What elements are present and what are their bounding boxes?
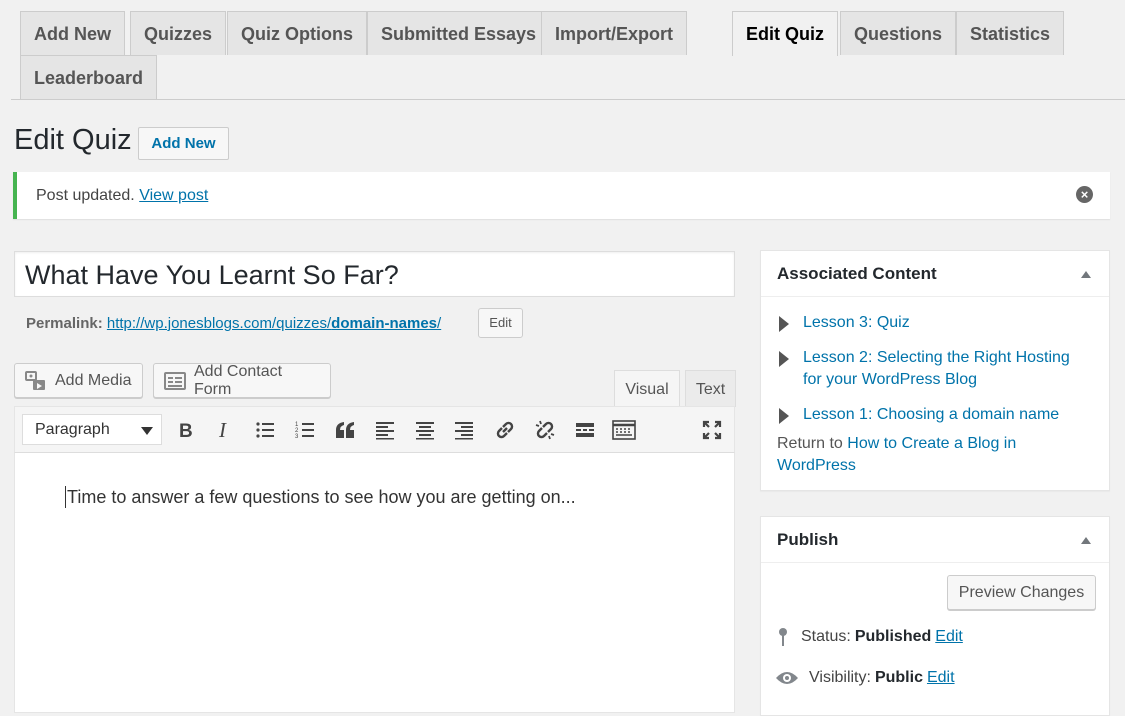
course-link-line1: How to Create a Blog in (847, 435, 1017, 452)
tab-submitted-essays[interactable]: Submitted Essays (367, 11, 551, 55)
publish-title: Publish (777, 530, 839, 549)
status-row: Status: Published Edit (775, 627, 963, 647)
permalink-trailing: / (437, 315, 442, 332)
add-contact-form-label: Add Contact Form (194, 362, 283, 398)
play-arrow-icon (779, 351, 789, 367)
tab-quiz-options[interactable]: Quiz Options (227, 11, 367, 55)
collapse-toggle-icon[interactable] (1081, 537, 1091, 544)
permalink-link[interactable]: http://wp.jonesblogs.com/quizzes/domain-… (107, 315, 441, 332)
tab-leaderboard[interactable]: Leaderboard (20, 55, 158, 99)
svg-text:I: I (218, 420, 227, 440)
preview-changes-button[interactable]: Preview Changes (947, 575, 1096, 610)
permalink-base: http://wp.jonesblogs.com/quizzes/ (106, 315, 332, 332)
status-value: Published (854, 628, 932, 645)
align-left-icon[interactable] (370, 415, 400, 445)
insert-link-icon[interactable] (490, 415, 520, 445)
editor-content[interactable]: Time to answer a few questions to see ho… (65, 486, 576, 508)
collapse-toggle-icon[interactable] (1081, 271, 1091, 278)
return-to-course: Return to How to Create a Blog in WordPre… (777, 433, 1077, 477)
align-right-icon[interactable] (449, 415, 479, 445)
visibility-row: Visibility: Public Edit (775, 669, 955, 687)
add-media-label: Add Media (55, 371, 132, 389)
editor-toolbar: Paragraph B I 123 (14, 406, 735, 453)
tab-questions[interactable]: Questions (840, 11, 957, 55)
associated-content-box: Associated Content Lesson 3: Quiz Lesson… (760, 250, 1110, 491)
course-link-line2: WordPress (777, 457, 856, 474)
italic-icon[interactable]: I (209, 415, 239, 445)
numbered-list-icon[interactable]: 123 (290, 415, 320, 445)
add-media-button[interactable]: Add Media (14, 363, 143, 398)
remove-link-icon[interactable] (530, 415, 560, 445)
read-more-icon[interactable] (570, 415, 600, 445)
view-post-link[interactable]: View post (139, 187, 208, 204)
add-new-button[interactable]: Add New (138, 127, 229, 160)
visibility-value: Public (874, 669, 923, 686)
updated-notice: Post updated. View post × (13, 172, 1110, 219)
editor-tab-visual[interactable]: Visual (614, 370, 680, 407)
visibility-edit-link[interactable]: Edit (927, 669, 955, 687)
lesson-item[interactable]: Lesson 2: Selecting the Right Hosting for… (779, 347, 1070, 391)
publish-header[interactable]: Publish (761, 517, 1109, 563)
eye-icon (776, 672, 798, 684)
tab-statistics[interactable]: Statistics (956, 11, 1065, 55)
lesson-link[interactable]: Lesson 1: Choosing a domain name (803, 404, 1059, 426)
bulleted-list-icon[interactable] (250, 415, 280, 445)
fullscreen-icon[interactable] (697, 415, 727, 445)
dismiss-icon[interactable]: × (1076, 186, 1093, 203)
lesson-item[interactable]: Lesson 3: Quiz (779, 312, 910, 334)
associated-content-title: Associated Content (777, 264, 937, 283)
pin-icon (779, 628, 787, 646)
tab-import-export[interactable]: Import/Export (541, 11, 688, 55)
permalink-slug: domain-names (331, 315, 438, 332)
status-edit-link[interactable]: Edit (935, 628, 963, 646)
play-arrow-icon (779, 316, 789, 332)
visibility-label: Visibility: (809, 669, 871, 686)
add-media-icon (25, 370, 45, 390)
tab-add-new[interactable]: Add New (20, 11, 126, 55)
associated-content-header[interactable]: Associated Content (761, 251, 1109, 297)
lesson-link-line2: for your WordPress Blog (803, 371, 977, 388)
lesson-link-line1: Lesson 2: Selecting the Right Hosting (803, 349, 1070, 366)
blockquote-icon[interactable] (330, 415, 360, 445)
svg-text:B: B (179, 421, 193, 440)
format-select-value: Paragraph (35, 421, 110, 438)
bold-icon[interactable]: B (170, 415, 200, 445)
edit-slug-button[interactable]: Edit (478, 308, 523, 338)
lesson-link[interactable]: Lesson 3: Quiz (803, 312, 910, 334)
add-contact-form-button[interactable]: Add Contact Form (153, 363, 331, 398)
tab-quizzes[interactable]: Quizzes (130, 11, 227, 55)
svg-text:3: 3 (295, 434, 299, 440)
chevron-down-icon (141, 427, 153, 435)
editor-tab-text[interactable]: Text (685, 370, 736, 407)
tabs-divider (11, 99, 1125, 100)
page-title: Edit Quiz (14, 124, 132, 156)
contact-form-icon (164, 371, 186, 390)
notice-text: Post updated. (36, 187, 135, 204)
status-label: Status: (801, 628, 851, 645)
publish-box: Publish Preview Changes Status: Publishe… (760, 516, 1110, 716)
play-arrow-icon (779, 408, 789, 424)
lesson-item[interactable]: Lesson 1: Choosing a domain name (779, 404, 1059, 426)
format-select[interactable]: Paragraph (22, 414, 162, 445)
permalink-label: Permalink: (26, 315, 103, 332)
permalink: Permalink: http://wp.jonesblogs.com/quiz… (26, 309, 441, 339)
return-prefix: Return to (777, 435, 843, 452)
post-title-input[interactable]: What Have You Learnt So Far? (14, 251, 735, 297)
lesson-link[interactable]: Lesson 2: Selecting the Right Hosting for… (803, 347, 1070, 391)
editor-content-area[interactable]: Time to answer a few questions to see ho… (14, 453, 735, 713)
align-center-icon[interactable] (410, 415, 440, 445)
tab-edit-quiz[interactable]: Edit Quiz (732, 11, 838, 56)
toolbar-toggle-icon[interactable] (609, 415, 639, 445)
